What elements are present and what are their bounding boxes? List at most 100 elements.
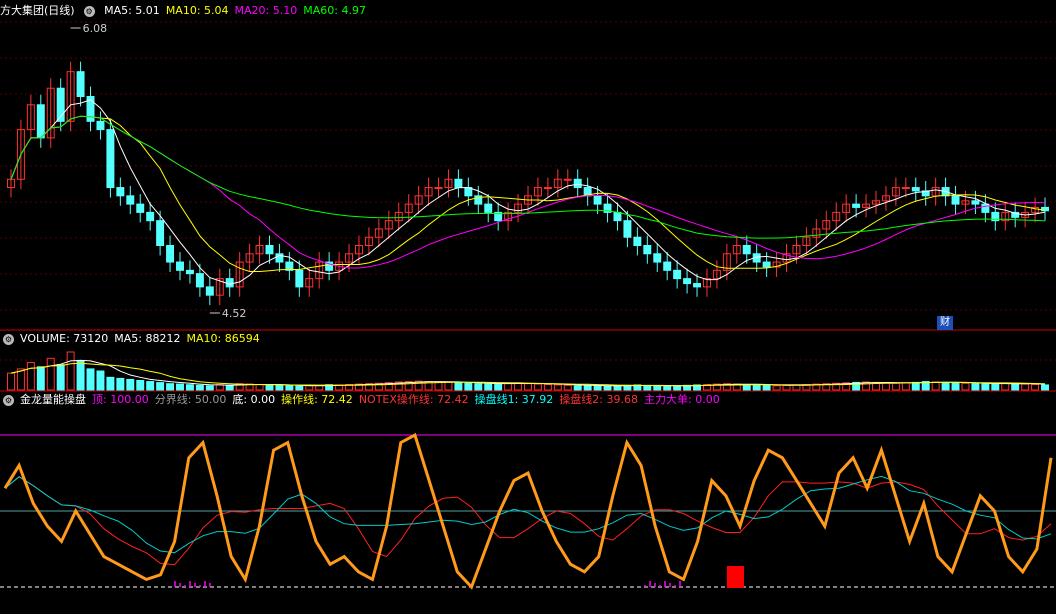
ind-label-5: 操盘线1: 37.92 xyxy=(474,393,554,406)
candle-body-69 xyxy=(693,283,702,288)
volume-bar-64 xyxy=(643,384,652,391)
candle-body-76 xyxy=(762,261,771,268)
volume-bar-88 xyxy=(881,382,890,391)
volume-bar-97 xyxy=(971,383,980,391)
volume-bar-76 xyxy=(762,384,771,391)
candle-body-54 xyxy=(543,187,552,190)
volume-bar-60 xyxy=(603,385,612,391)
volume-bar-54 xyxy=(543,384,552,391)
volume-ma5-line xyxy=(10,359,1046,387)
candle-body-19 xyxy=(195,273,204,288)
candle-body-64 xyxy=(643,245,652,255)
candle-body-22 xyxy=(225,278,234,288)
volume-bar-4 xyxy=(46,357,55,391)
ind-label-0: 顶: 100.00 xyxy=(92,393,149,406)
volume-legend-values: VOLUME: 73120 MA5: 88212 MA10: 86594 xyxy=(20,332,266,345)
candle-body-11 xyxy=(116,187,125,197)
volume-bar-89 xyxy=(891,382,900,391)
volume-bar-11 xyxy=(116,377,125,391)
indicator-title: 金龙量能操盘 xyxy=(20,393,86,406)
volume-bar-94 xyxy=(941,381,950,391)
volume-bar-7 xyxy=(76,359,85,391)
candle-body-56 xyxy=(563,178,572,181)
candle-body-48 xyxy=(484,203,493,213)
volume-bar-90 xyxy=(901,382,910,391)
candle-body-68 xyxy=(683,278,692,285)
volume-settings-gear-icon[interactable]: ⚙ xyxy=(3,333,14,345)
indicator-settings-gear-icon[interactable]: ⚙ xyxy=(3,394,14,406)
ind-label-3: 操作线: 72.42 xyxy=(281,393,353,406)
volume-bar-8 xyxy=(86,368,95,391)
candle-body-26 xyxy=(265,245,274,255)
volume-bar-13 xyxy=(136,380,145,391)
volume-bar-21 xyxy=(215,384,224,391)
candle-body-98 xyxy=(981,203,990,213)
volume-bar-104 xyxy=(1041,384,1050,391)
volume-bar-22 xyxy=(225,384,234,391)
candle-body-9 xyxy=(96,120,105,131)
volume-bar-44 xyxy=(444,381,453,391)
volume-legend: ⚙ VOLUME: 73120 MA5: 88212 MA10: 86594 xyxy=(0,331,272,347)
volume-bar-6 xyxy=(66,351,75,391)
volume-bar-17 xyxy=(176,383,184,391)
indicator-legend-values: 顶: 100.00 分界线: 50.00 底: 0.00 操作线: 72.42 NOTE… xyxy=(92,393,726,406)
volume-bar-75 xyxy=(752,384,761,391)
ind-label-2: 底: 0.00 xyxy=(232,393,276,406)
candle-body-66 xyxy=(663,261,672,271)
volume-bar-16 xyxy=(166,383,175,391)
volume-bar-9 xyxy=(96,370,105,391)
candle-body-16 xyxy=(166,245,175,263)
volume-bar-14 xyxy=(146,381,155,391)
volume-bar-26 xyxy=(265,384,274,391)
ma-label-3: MA60: 4.97 xyxy=(303,4,366,17)
volume-bar-91 xyxy=(911,381,920,391)
vol-label-0: VOLUME: 73120 xyxy=(20,332,109,345)
volume-bar-12 xyxy=(126,378,135,391)
volume-bar-45 xyxy=(454,382,463,391)
volume-bar-43 xyxy=(434,381,443,391)
candle-body-17 xyxy=(176,261,184,271)
volume-bar-10 xyxy=(106,376,115,391)
volume-bar-58 xyxy=(583,384,592,391)
volume-bar-15 xyxy=(156,382,165,391)
volume-bar-25 xyxy=(255,384,264,391)
candle-body-97 xyxy=(971,200,980,205)
candle-body-10 xyxy=(106,129,115,189)
volume-bar-30 xyxy=(305,385,314,391)
candle-body-67 xyxy=(673,269,682,280)
volume-bar-1 xyxy=(16,368,25,391)
volume-bar-65 xyxy=(653,385,662,391)
volume-bar-18 xyxy=(185,384,194,391)
vol-label-1: MA5: 88212 xyxy=(114,332,181,345)
candle-body-43 xyxy=(434,187,443,190)
candle-body-29 xyxy=(295,269,304,288)
volume-bar-66 xyxy=(663,385,672,391)
volume-bar-59 xyxy=(593,385,602,391)
volume-bar-20 xyxy=(205,385,214,391)
settings-gear-icon[interactable]: ⚙ xyxy=(83,5,95,17)
volume-bar-2 xyxy=(26,362,35,391)
volume-bar-52 xyxy=(524,383,532,391)
candle-body-18 xyxy=(185,269,194,275)
candle-body-63 xyxy=(633,236,642,247)
candle-body-59 xyxy=(593,195,602,205)
finance-badge[interactable]: 财 xyxy=(937,316,953,330)
candle-body-57 xyxy=(573,178,582,189)
candle-body-7 xyxy=(76,71,85,97)
volume-bar-102 xyxy=(1021,383,1030,391)
ma-label-0: MA5: 5.01 xyxy=(104,4,160,17)
volume-bar-78 xyxy=(782,384,791,391)
candle-body-62 xyxy=(623,220,632,238)
volume-bar-55 xyxy=(553,384,562,391)
volume-bar-67 xyxy=(673,385,682,391)
candle-body-61 xyxy=(613,211,622,222)
indicator-legend: ⚙ 金龙量能操盘 顶: 100.00 分界线: 50.00 底: 0.00 操作线: 72… xyxy=(0,392,732,408)
volume-bar-95 xyxy=(951,382,960,391)
candle-body-90 xyxy=(901,187,910,190)
ma-label-1: MA10: 5.04 xyxy=(165,4,229,17)
vol-label-2: MA10: 86594 xyxy=(186,332,260,345)
candle-body-12 xyxy=(126,195,135,205)
candle-body-15 xyxy=(156,220,165,247)
volume-bar-50 xyxy=(504,382,513,391)
ma60-line xyxy=(10,115,1046,239)
